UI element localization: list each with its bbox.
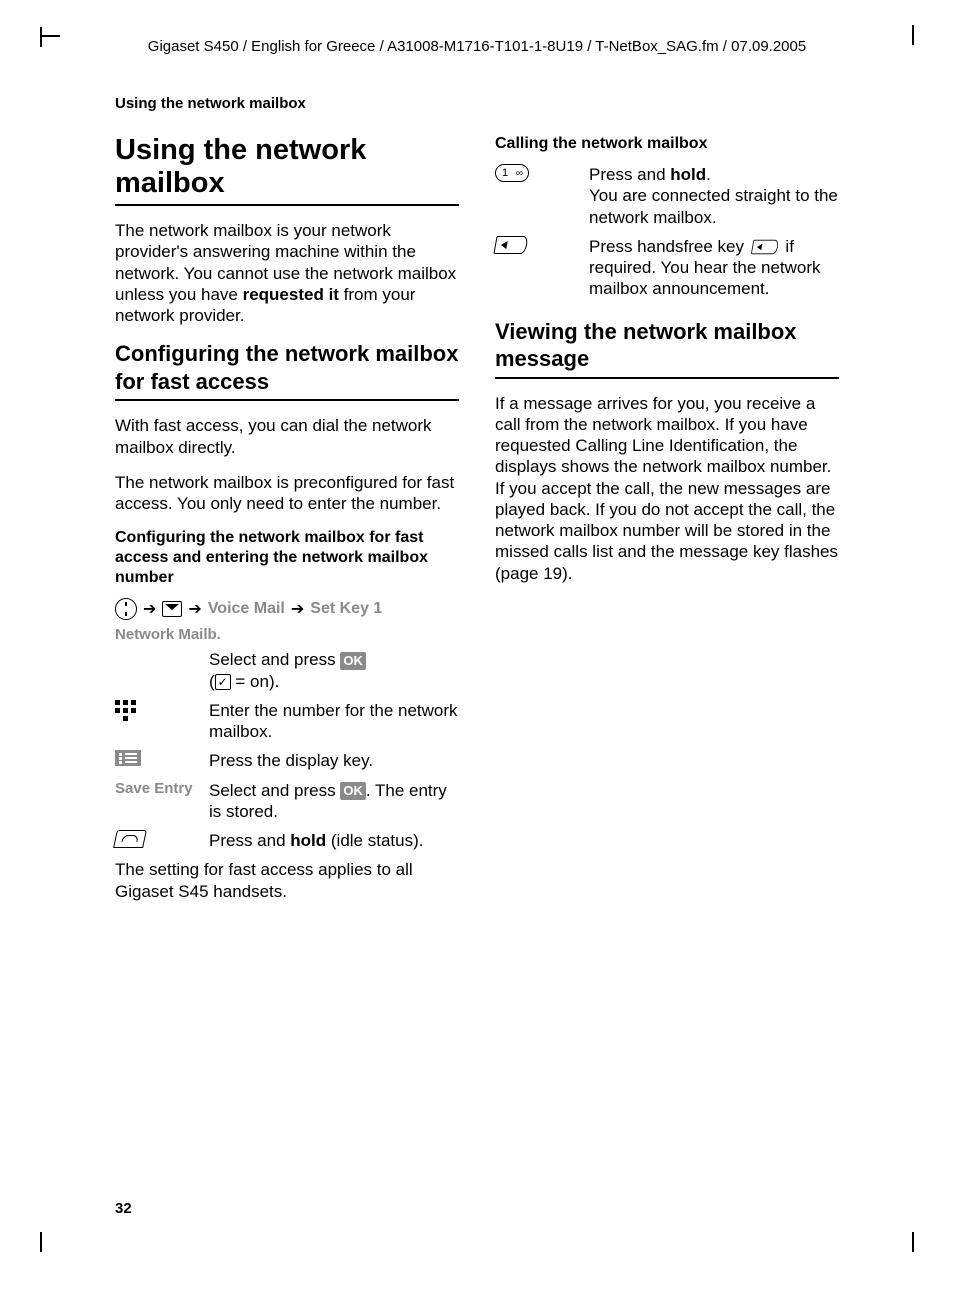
step-hangup-b: (idle status). (326, 831, 423, 850)
section-viewing: Viewing the network mailbox message (495, 318, 839, 373)
row2-a: Press handsfree key (589, 237, 749, 256)
step-select-c: = on). (231, 672, 280, 691)
row1-bold: hold (670, 165, 706, 184)
calling-row2: Press handsfree key if required. You hea… (589, 236, 839, 300)
label-save-entry: Save Entry (115, 780, 195, 797)
document-header-meta: Gigaset S450 / English for Greece / A310… (60, 38, 894, 55)
step-hangup-bold: hold (290, 831, 326, 850)
step-save-a: Select and press (209, 781, 340, 800)
arrow-icon: ➔ (143, 599, 156, 619)
menu-path: ➔ ➔ Voice Mail ➔ Set Key 1 (115, 598, 459, 620)
section-rule-1 (115, 399, 459, 401)
key-1-icon: 1 (495, 164, 529, 182)
checkbox-icon: ✓ (215, 674, 231, 690)
calling-row1: Press and hold. You are connected straig… (589, 164, 839, 228)
section-configuring: Configuring the network mailbox for fast… (115, 340, 459, 395)
intro-bold: requested it (243, 285, 339, 304)
envelope-icon (162, 601, 182, 617)
fast-access-p1: With fast access, you can dial the netwo… (115, 415, 459, 458)
path-set-key-1: Set Key 1 (310, 600, 382, 618)
step-select-a: Select and press (209, 650, 340, 669)
applies-paragraph: The setting for fast access applies to a… (115, 859, 459, 902)
step-hangup: Press and hold (idle status). (209, 830, 459, 851)
crop-mark-tr (894, 35, 914, 55)
arrow-icon: ➔ (291, 599, 304, 619)
section-rule-2 (495, 377, 839, 379)
handsfree-key-icon-inline (751, 240, 779, 254)
running-head: Using the network mailbox (115, 95, 839, 112)
right-column: Calling the network mailbox 1 Press and … (495, 134, 839, 916)
step-save-entry: Select and press OK. The entry is stored… (209, 780, 459, 823)
crop-mark-br (894, 1232, 914, 1252)
keypad-icon (115, 700, 137, 722)
nav-key-icon (115, 598, 137, 620)
handsfree-key-icon (493, 236, 528, 254)
crop-mark-bl (40, 1232, 60, 1252)
intro-paragraph: The network mailbox is your network prov… (115, 220, 459, 326)
menu-list-icon (115, 750, 141, 766)
subhead-configuring: Configuring the network mailbox for fast… (115, 528, 459, 588)
title-rule (115, 204, 459, 206)
step-enter-number: Enter the number for the network mailbox… (209, 700, 459, 743)
subhead-calling: Calling the network mailbox (495, 134, 839, 154)
ok-badge: OK (340, 652, 366, 670)
crop-mark-tl (40, 35, 60, 55)
ok-badge: OK (340, 782, 366, 800)
path-voice-mail: Voice Mail (208, 600, 285, 618)
page-title: Using the network mailbox (115, 134, 459, 200)
arrow-icon: ➔ (188, 599, 201, 619)
step-select: Select and press OK (✓ = on). (209, 649, 459, 692)
row1-c: You are connected straight to the networ… (589, 186, 838, 226)
step-hangup-a: Press and (209, 831, 290, 850)
row1-a: Press and (589, 165, 670, 184)
page-number: 32 (115, 1200, 132, 1217)
row1-b: . (706, 165, 711, 184)
hangup-key-icon (113, 830, 147, 848)
left-column: Using the network mailbox The network ma… (115, 134, 459, 916)
viewing-paragraph: If a message arrives for you, you receiv… (495, 393, 839, 584)
fast-access-p2: The network mailbox is preconfigured for… (115, 472, 459, 515)
step-press-display-key: Press the display key. (209, 750, 459, 771)
label-network-mailb: Network Mailb. (115, 626, 459, 643)
